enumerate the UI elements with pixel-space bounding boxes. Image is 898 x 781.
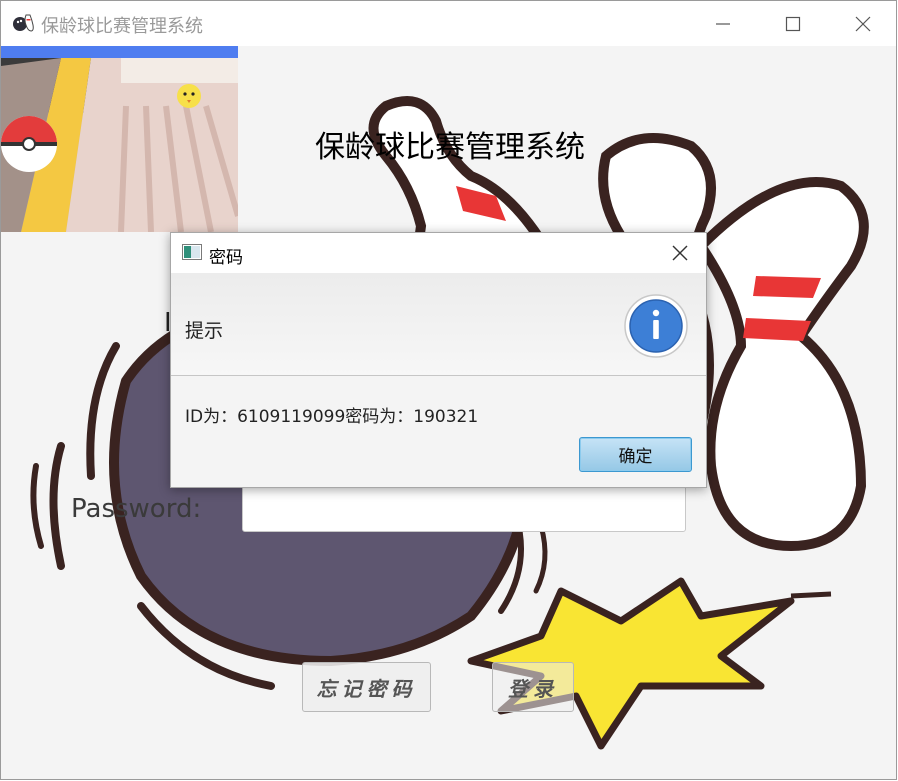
app-icon [13,14,34,32]
ok-button[interactable]: 确定 [579,437,692,472]
close-icon [672,245,688,261]
minimize-icon [716,22,730,25]
close-icon [855,16,871,31]
bowling-game-image [1,46,238,232]
close-button[interactable] [831,1,895,46]
maximize-icon [785,16,801,31]
window-icon [182,244,202,260]
title-bar[interactable]: 保龄球比赛管理系统 [1,1,896,46]
dialog-message: ID为：6109119099密码为：190321 [185,407,479,427]
password-input[interactable] [242,484,686,532]
password-label: Password: [71,494,202,524]
maximize-button[interactable] [761,1,825,46]
dialog-header-text: 提示 [185,320,224,342]
dialog-title: 密码 [209,248,243,268]
app-heading: 保龄球比赛管理系统 [315,130,585,165]
login-button[interactable]: 登录 [492,662,574,712]
main-window: 保龄球比赛管理系统 保龄球比赛管理系统 I Password: 忘记密码 登录 … [0,0,897,780]
dialog-title-bar[interactable]: 密码 [171,233,706,273]
info-icon [624,294,688,358]
forgot-password-button[interactable]: 忘记密码 [302,662,431,712]
dialog-close-button[interactable] [662,238,698,268]
minimize-button[interactable] [691,1,755,46]
window-title: 保龄球比赛管理系统 [41,16,203,37]
dialog-header: 提示 [171,273,706,376]
password-dialog: 密码 提示 ID为：6109119099密码为：190321 确定 [170,232,707,488]
